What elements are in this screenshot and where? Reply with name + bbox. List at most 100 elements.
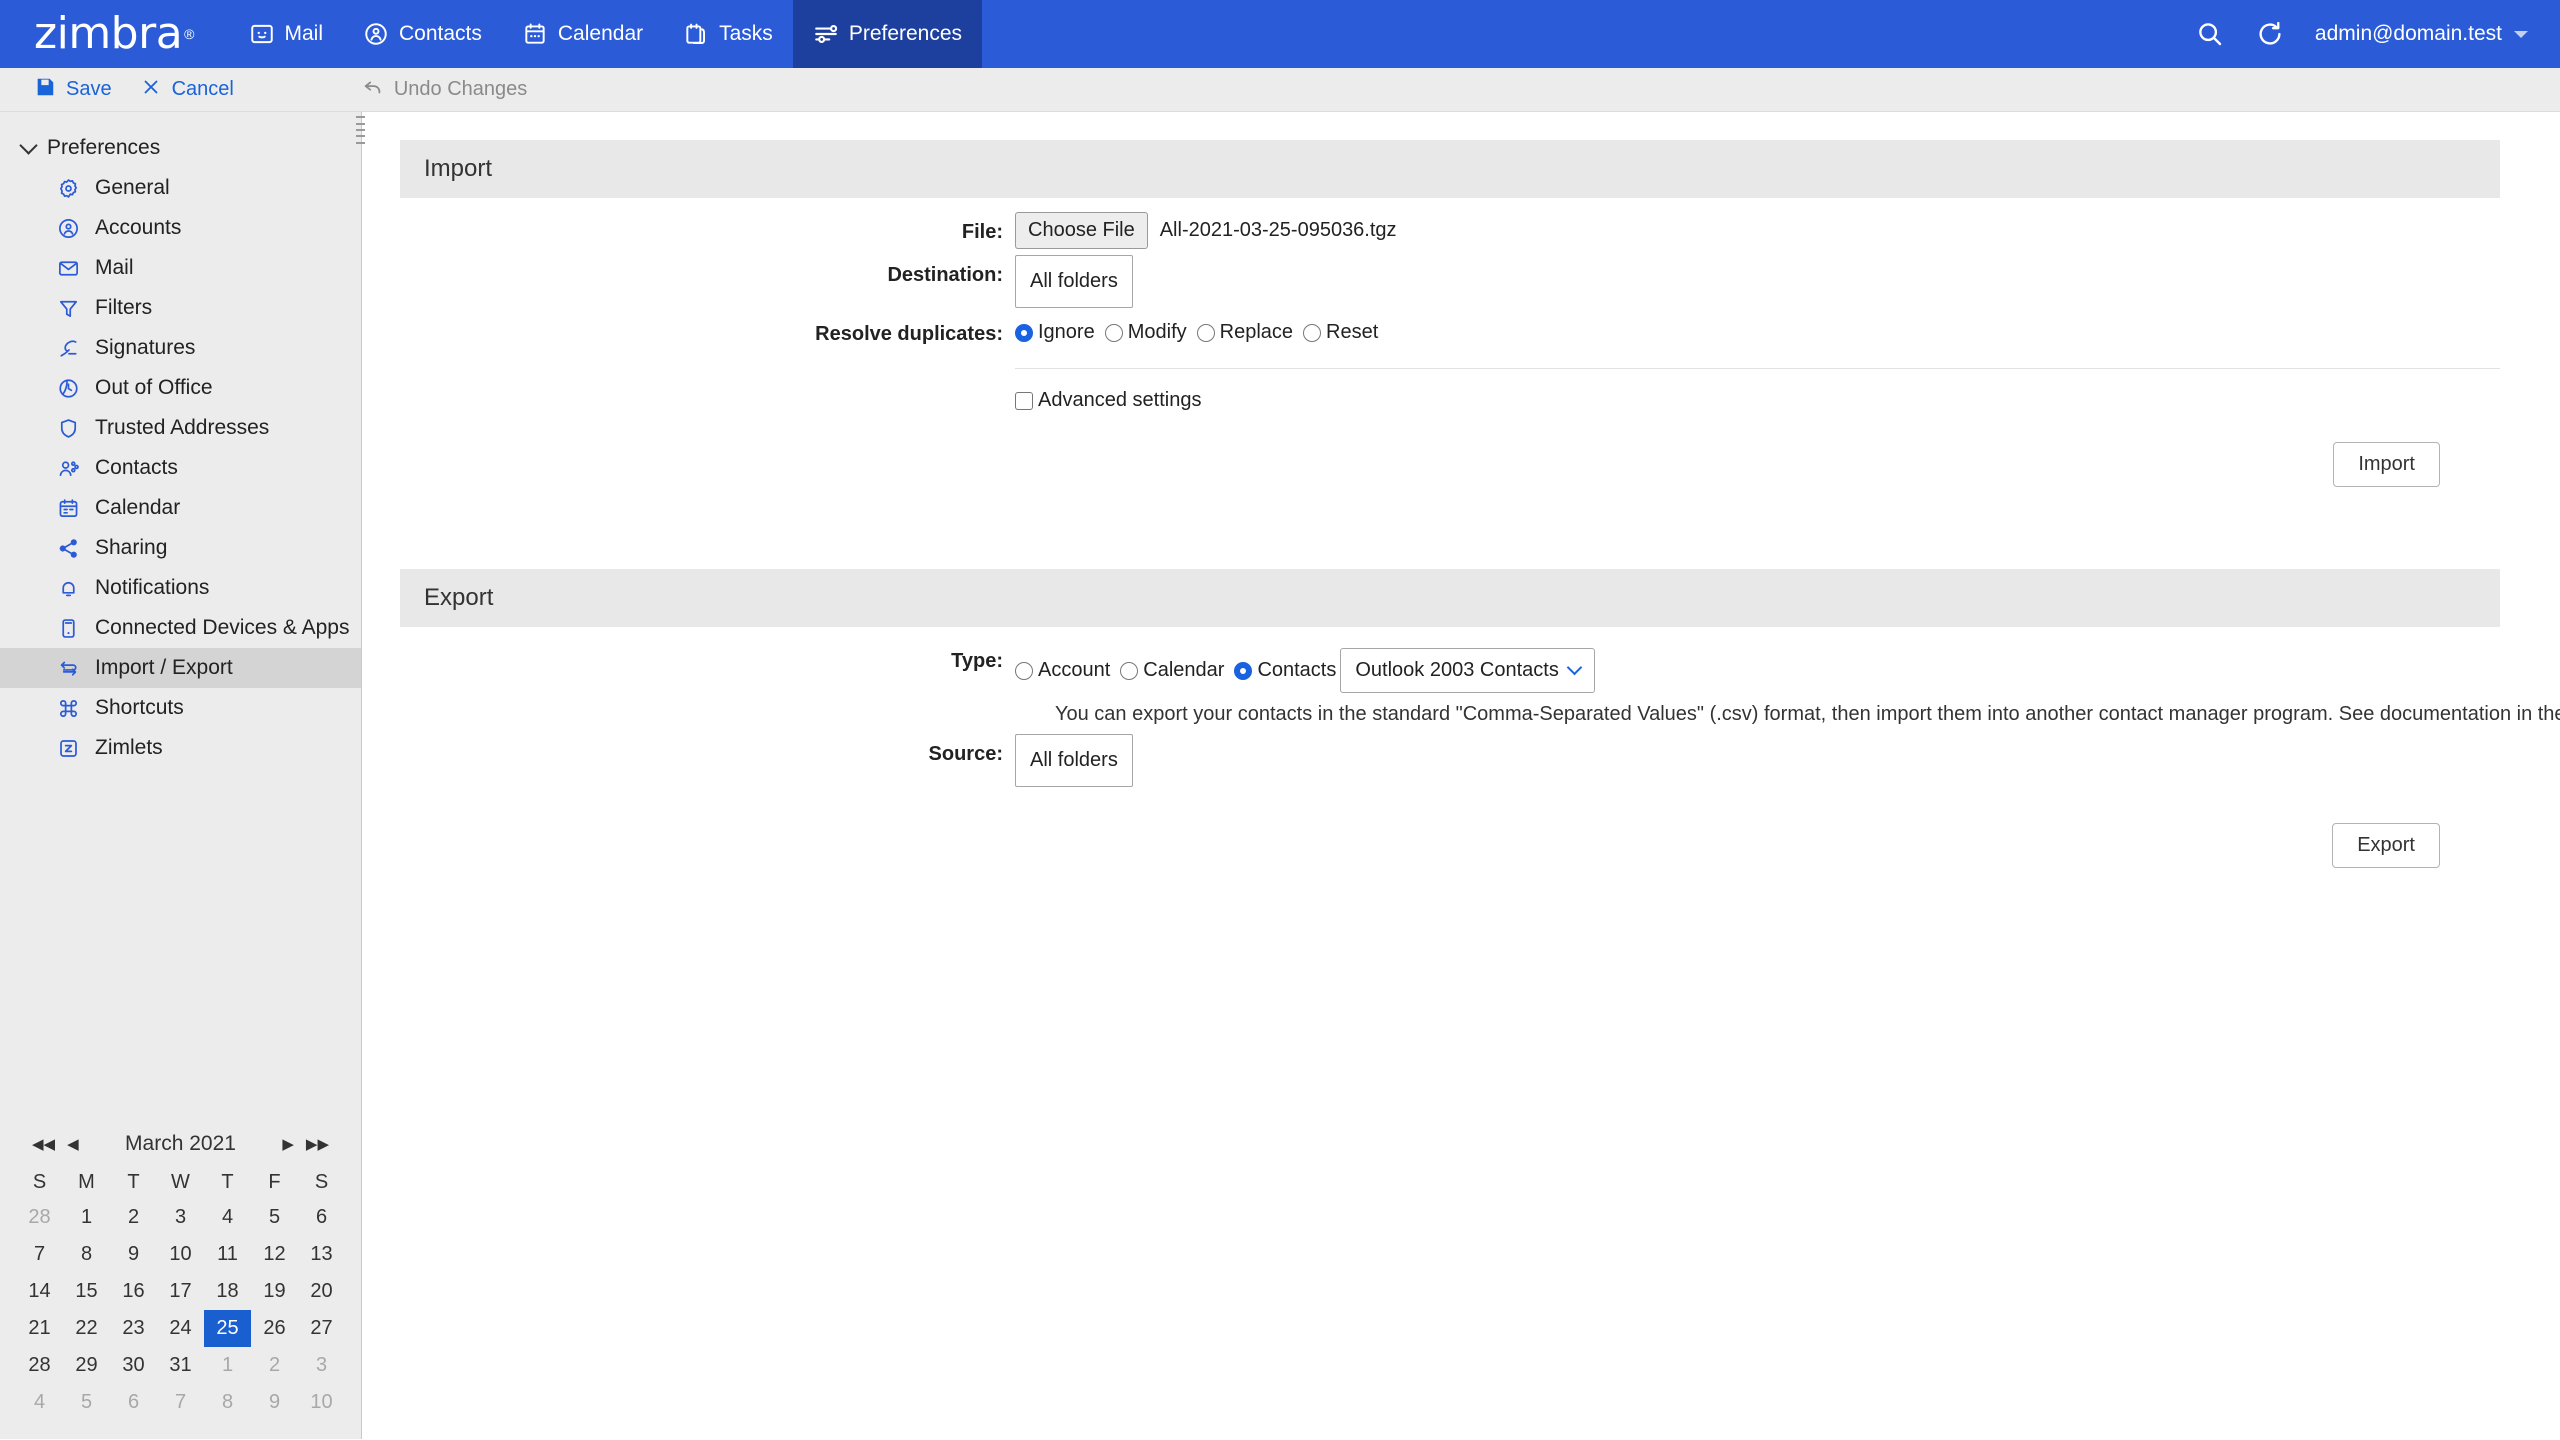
mini-calendar-day[interactable]: 21 bbox=[16, 1310, 63, 1347]
sidebar-item-zimlets[interactable]: Zimlets bbox=[0, 728, 361, 768]
zimbra-logo[interactable]: zimbra® bbox=[0, 0, 229, 68]
mini-calendar-day[interactable]: 1 bbox=[204, 1347, 251, 1384]
radio-replace[interactable]: Replace bbox=[1197, 321, 1293, 344]
sidebar-item-contacts[interactable]: Contacts bbox=[0, 448, 361, 488]
mini-calendar-day[interactable]: 24 bbox=[157, 1310, 204, 1347]
mini-calendar-day[interactable]: 18 bbox=[204, 1273, 251, 1310]
mini-calendar-day[interactable]: 4 bbox=[16, 1384, 63, 1421]
export-format-select[interactable]: Outlook 2003 Contacts bbox=[1340, 648, 1594, 693]
prev-year-button[interactable]: ◀◀ bbox=[26, 1135, 61, 1153]
nav-tab-preferences[interactable]: Preferences bbox=[793, 0, 982, 68]
sidebar-item-calendar[interactable]: Calendar bbox=[0, 488, 361, 528]
mini-calendar-day[interactable]: 9 bbox=[251, 1384, 298, 1421]
search-icon[interactable] bbox=[2195, 19, 2225, 49]
prev-month-button[interactable]: ◀ bbox=[61, 1135, 85, 1153]
mini-calendar-day[interactable]: 17 bbox=[157, 1273, 204, 1310]
mini-calendar-day-today[interactable]: 25 bbox=[204, 1310, 251, 1347]
sidebar-item-mail[interactable]: Mail bbox=[0, 248, 361, 288]
mini-calendar-day[interactable]: 5 bbox=[63, 1384, 110, 1421]
sidebar-item-out-of-office[interactable]: Out of Office bbox=[0, 368, 361, 408]
mini-calendar-day[interactable]: 2 bbox=[110, 1199, 157, 1236]
mini-calendar-day[interactable]: 26 bbox=[251, 1310, 298, 1347]
advanced-settings-checkbox[interactable]: Advanced settings bbox=[1015, 389, 2500, 412]
radio-reset[interactable]: Reset bbox=[1303, 321, 1378, 344]
radio-calendar[interactable]: Calendar bbox=[1120, 659, 1224, 682]
mini-calendar-day[interactable]: 28 bbox=[16, 1347, 63, 1384]
sidebar-item-label: Connected Devices & Apps bbox=[95, 616, 349, 640]
mini-calendar-day[interactable]: 4 bbox=[204, 1199, 251, 1236]
mini-calendar-day[interactable]: 10 bbox=[157, 1236, 204, 1273]
import-divider bbox=[1015, 368, 2500, 369]
mini-calendar-day[interactable]: 5 bbox=[251, 1199, 298, 1236]
mini-calendar-day[interactable]: 7 bbox=[16, 1236, 63, 1273]
undo-changes-button[interactable]: Undo Changes bbox=[352, 76, 545, 104]
mini-calendar-day[interactable]: 22 bbox=[63, 1310, 110, 1347]
next-year-button[interactable]: ▶▶ bbox=[300, 1135, 335, 1153]
mini-calendar-day[interactable]: 31 bbox=[157, 1347, 204, 1384]
next-month-button[interactable]: ▶ bbox=[276, 1135, 300, 1153]
radio-modify[interactable]: Modify bbox=[1105, 321, 1187, 344]
mini-calendar-day[interactable]: 28 bbox=[16, 1199, 63, 1236]
mini-calendar-day[interactable]: 10 bbox=[298, 1384, 345, 1421]
mini-calendar-day[interactable]: 2 bbox=[251, 1347, 298, 1384]
mini-calendar-day[interactable]: 29 bbox=[63, 1347, 110, 1384]
mini-calendar-day[interactable]: 1 bbox=[63, 1199, 110, 1236]
mini-calendar-day[interactable]: 15 bbox=[63, 1273, 110, 1310]
mini-calendar-day[interactable]: 3 bbox=[157, 1199, 204, 1236]
nav-tab-mail[interactable]: Mail bbox=[229, 0, 344, 68]
sidebar-item-label: Import / Export bbox=[95, 656, 233, 680]
sidebar-item-shortcuts[interactable]: Shortcuts bbox=[0, 688, 361, 728]
sidebar-item-general[interactable]: General bbox=[0, 168, 361, 208]
mini-calendar-day[interactable]: 7 bbox=[157, 1384, 204, 1421]
sidebar-item-trusted-addresses[interactable]: Trusted Addresses bbox=[0, 408, 361, 448]
mini-calendar-day[interactable]: 20 bbox=[298, 1273, 345, 1310]
mini-calendar-day[interactable]: 13 bbox=[298, 1236, 345, 1273]
sidebar-item-connected-devices[interactable]: Connected Devices & Apps bbox=[0, 608, 361, 648]
mini-calendar-day[interactable]: 8 bbox=[204, 1384, 251, 1421]
export-format-value: Outlook 2003 Contacts bbox=[1355, 659, 1558, 682]
sidebar-item-label: Mail bbox=[95, 256, 134, 280]
mini-calendar-day[interactable]: 19 bbox=[251, 1273, 298, 1310]
mini-calendar-day[interactable]: 6 bbox=[298, 1199, 345, 1236]
sidebar-item-signatures[interactable]: Signatures bbox=[0, 328, 361, 368]
mini-calendar-day[interactable]: 12 bbox=[251, 1236, 298, 1273]
radio-account[interactable]: Account bbox=[1015, 659, 1110, 682]
export-source-picker[interactable]: All folders bbox=[1015, 734, 1133, 787]
sidebar-item-label: Out of Office bbox=[95, 376, 213, 400]
cancel-button[interactable]: Cancel bbox=[130, 76, 252, 104]
choose-file-button[interactable]: Choose File bbox=[1015, 212, 1148, 249]
mini-calendar-grid: SMTWTFS 28123456789101112131415161718192… bbox=[16, 1166, 345, 1421]
radio-ignore[interactable]: Ignore bbox=[1015, 321, 1095, 344]
sidebar-group-preferences[interactable]: Preferences bbox=[0, 128, 361, 168]
sidebar-item-import-export[interactable]: Import / Export bbox=[0, 648, 361, 688]
mini-calendar-day[interactable]: 11 bbox=[204, 1236, 251, 1273]
sidebar-item-accounts[interactable]: Accounts bbox=[0, 208, 361, 248]
nav-tab-calendar[interactable]: Calendar bbox=[502, 0, 663, 68]
mini-calendar: ◀◀ ◀ March 2021 ▶ ▶▶ SMTWTFS 28123456789… bbox=[0, 1116, 361, 1439]
mini-calendar-day[interactable]: 27 bbox=[298, 1310, 345, 1347]
sidebar-item-filters[interactable]: Filters bbox=[0, 288, 361, 328]
mini-calendar-day[interactable]: 8 bbox=[63, 1236, 110, 1273]
mini-calendar-day[interactable]: 9 bbox=[110, 1236, 157, 1273]
export-button[interactable]: Export bbox=[2332, 823, 2440, 868]
mini-calendar-day[interactable]: 16 bbox=[110, 1273, 157, 1310]
nav-tab-tasks[interactable]: Tasks bbox=[663, 0, 793, 68]
mini-calendar-day[interactable]: 6 bbox=[110, 1384, 157, 1421]
nav-tab-contacts[interactable]: Contacts bbox=[343, 0, 502, 68]
mini-calendar-day[interactable]: 30 bbox=[110, 1347, 157, 1384]
refresh-icon[interactable] bbox=[2255, 19, 2285, 49]
import-destination-picker[interactable]: All folders bbox=[1015, 255, 1133, 308]
mini-calendar-week-row: 45678910 bbox=[16, 1384, 345, 1421]
mini-calendar-day[interactable]: 23 bbox=[110, 1310, 157, 1347]
sidebar-item-label: Zimlets bbox=[95, 736, 163, 760]
radio-contacts[interactable]: Contacts bbox=[1234, 659, 1336, 682]
sidebar: Preferences General bbox=[0, 112, 362, 1439]
sidebar-item-sharing[interactable]: Sharing bbox=[0, 528, 361, 568]
mini-calendar-day[interactable]: 3 bbox=[298, 1347, 345, 1384]
account-menu[interactable]: admin@domain.test bbox=[2315, 22, 2528, 46]
save-button[interactable]: Save bbox=[24, 76, 130, 104]
mini-calendar-day[interactable]: 14 bbox=[16, 1273, 63, 1310]
sidebar-resize-handle[interactable] bbox=[356, 112, 365, 148]
import-button[interactable]: Import bbox=[2333, 442, 2440, 487]
sidebar-item-notifications[interactable]: Notifications bbox=[0, 568, 361, 608]
